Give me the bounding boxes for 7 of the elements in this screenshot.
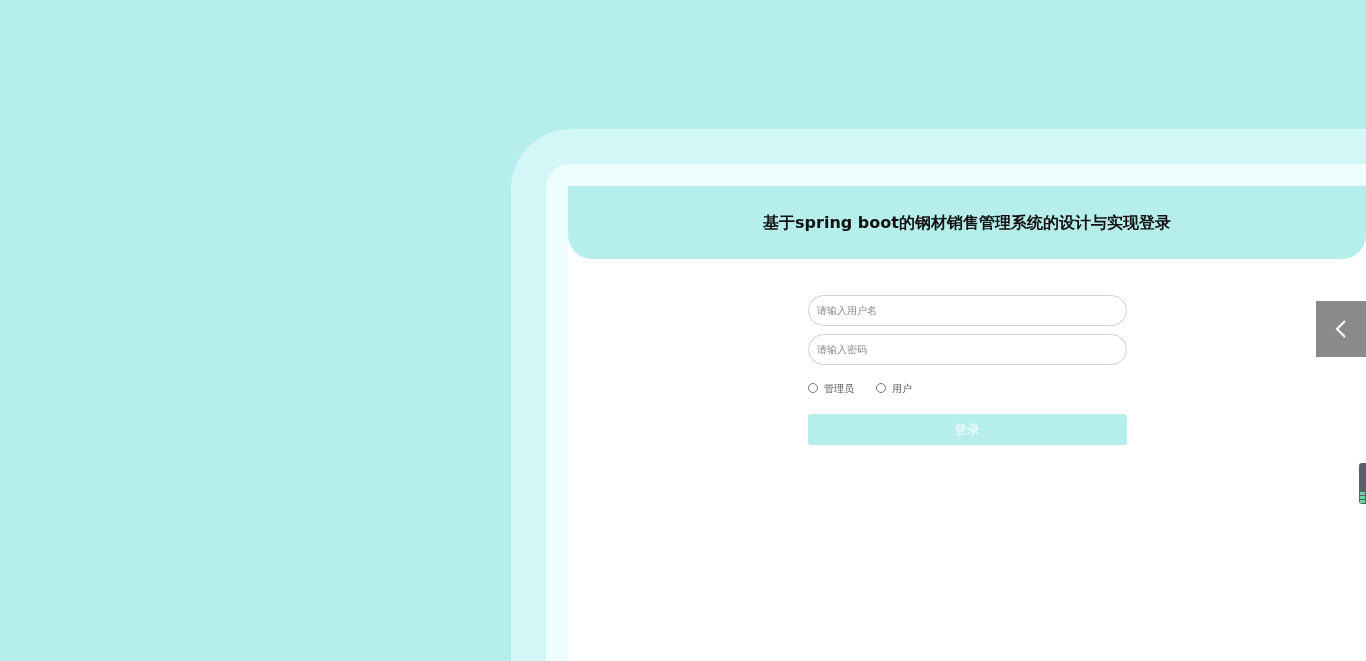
chevron-left-icon [1335, 319, 1347, 339]
side-widget[interactable] [1359, 463, 1366, 504]
role-radio[interactable]: 用户 [875, 380, 912, 396]
username-field[interactable]: 请输入用户名 [807, 295, 1127, 326]
password-field[interactable]: 请输入密码 [807, 334, 1127, 365]
page-title: 基于spring boot的钢材销售管理系统的设计与实现登录 [763, 211, 1171, 234]
role-radio[interactable]: 管理员 [807, 380, 854, 396]
